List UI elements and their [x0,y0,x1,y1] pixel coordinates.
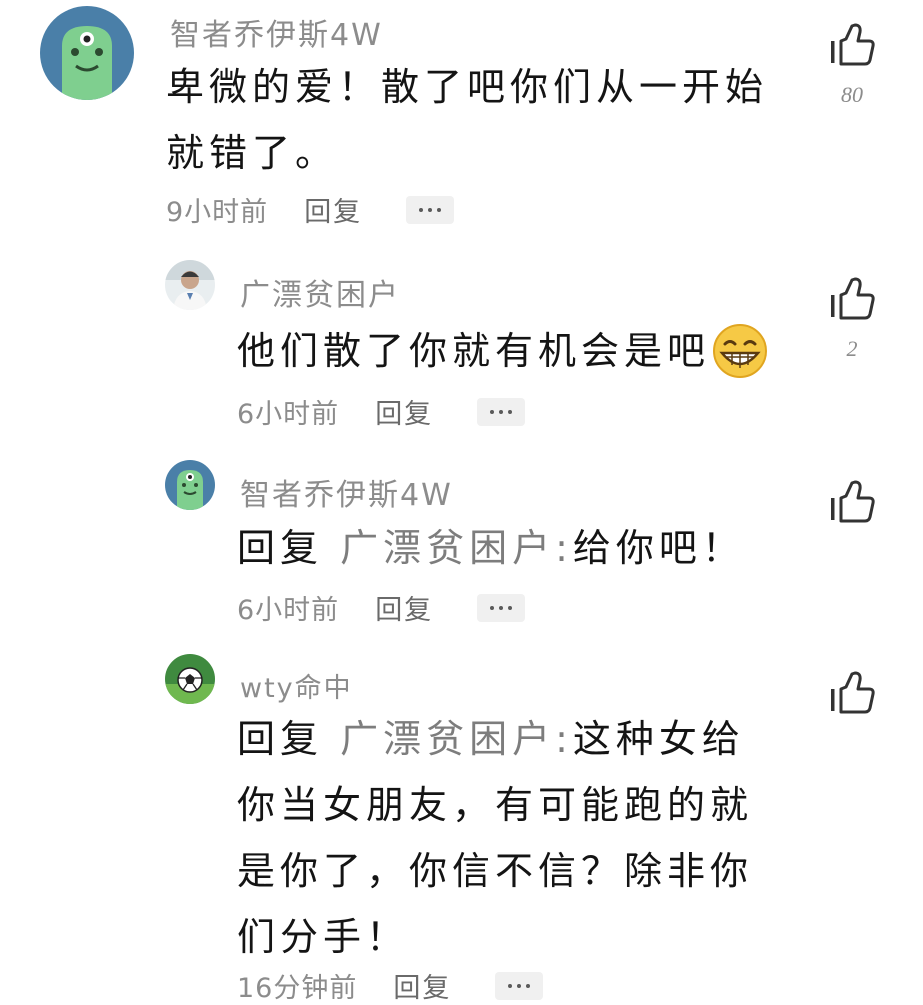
like-count: 80 [841,82,863,107]
comment-text-content: 给你吧！ [572,526,745,570]
like-button[interactable]: 80 [822,22,882,108]
more-dots-icon[interactable] [495,971,544,1000]
comment-time: 16分钟前 [237,973,358,1004]
comment-meta: 16分钟前 回复 [237,966,544,1005]
more-dots-icon[interactable] [477,397,526,426]
comment-time: 6小时前 [237,595,340,626]
thumbs-up-icon [831,480,875,523]
comment-time: 9小时前 [166,197,269,228]
like-button[interactable] [822,479,882,529]
reply-item: 广漂贫困户 他们散了你就有机会是吧 6小时前 回复 2 [0,250,923,440]
reply-prefix: 回复 [237,526,324,570]
like-button[interactable] [822,670,882,720]
more-dots-icon[interactable] [406,195,455,224]
thumbs-up-icon [831,23,875,66]
comment-item: 智者乔伊斯4W 卑微的爱！散了吧你们从一开始就错了。 9小时前 回复 80 [0,0,923,240]
avatar[interactable] [40,6,134,100]
comment-text: 回复 广漂贫困户:这种女给你当女朋友，有可能跑的就是你了，你信不信？除非你们分手… [237,706,777,970]
comment-username[interactable]: wty命中 [240,666,353,705]
reply-target-username[interactable]: 广漂贫困户: [340,526,573,570]
comment-text: 卑微的爱！散了吧你们从一开始就错了。 [166,65,769,175]
comment-username[interactable]: 广漂贫困户 [240,270,400,314]
comment-time: 6小时前 [237,399,340,430]
avatar[interactable] [165,654,215,704]
grinning-emoji-icon [713,323,768,378]
more-dots-icon[interactable] [477,593,526,622]
reply-button[interactable]: 回复 [393,966,451,1005]
comment-meta: 6小时前 回复 [237,392,526,431]
comment-text: 回复 广漂贫困户:给你吧！ [237,515,817,581]
like-count: 2 [846,336,858,361]
thumbs-up-icon [831,277,875,320]
reply-target-username[interactable]: 广漂贫困户: [340,717,573,761]
comment-meta: 6小时前 回复 [237,588,526,627]
comment-text: 他们散了你就有机会是吧 [237,318,817,384]
avatar[interactable] [165,260,215,310]
reply-button[interactable]: 回复 [375,392,433,431]
reply-prefix: 回复 [237,717,324,761]
like-button[interactable]: 2 [822,276,882,362]
reply-item: wty命中 回复 广漂贫困户:这种女给你当女朋友，有可能跑的就是你了，你信不信？… [0,648,923,1004]
comment-text-content: 他们散了你就有机会是吧 [237,329,711,373]
comment-meta: 9小时前 回复 [166,190,455,229]
reply-button[interactable]: 回复 [304,190,362,229]
reply-item: 智者乔伊斯4W 回复 广漂贫困户:给你吧！ 6小时前 回复 [0,455,923,640]
thumbs-up-icon [831,671,875,714]
avatar[interactable] [165,460,215,510]
comment-username[interactable]: 智者乔伊斯4W [170,10,383,54]
reply-button[interactable]: 回复 [375,588,433,627]
comment-username[interactable]: 智者乔伊斯4W [240,470,453,514]
